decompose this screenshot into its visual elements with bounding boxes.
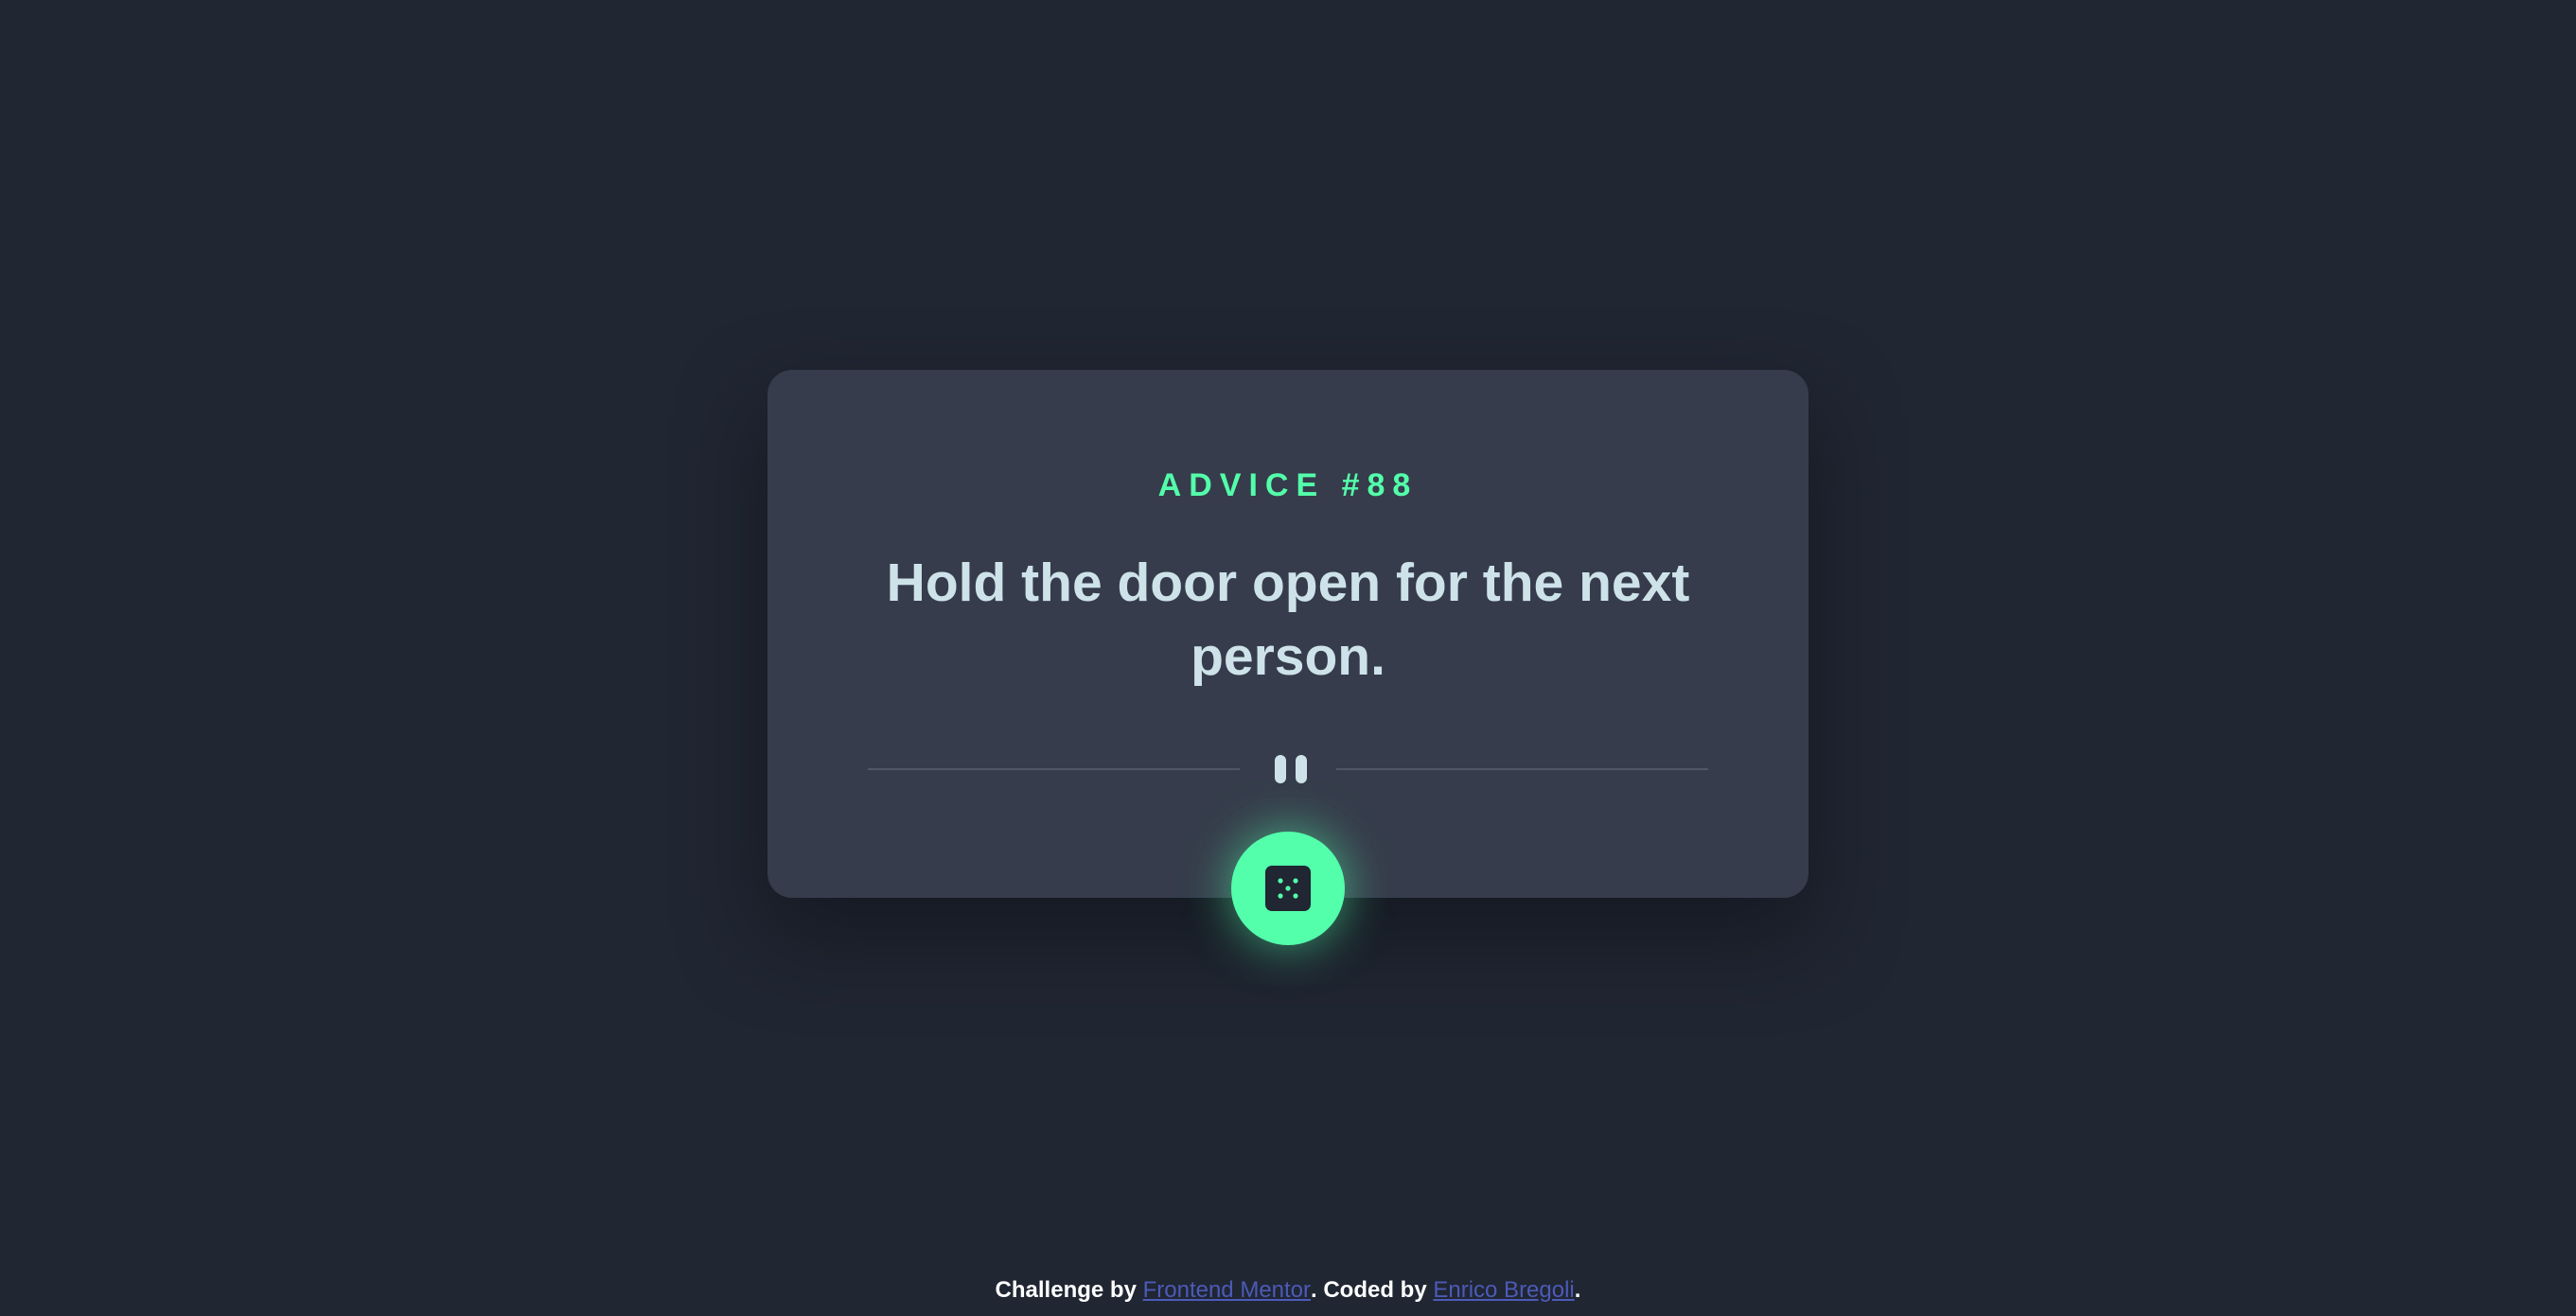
pause-icon: [1271, 755, 1309, 783]
footer-prefix: Challenge by: [995, 1277, 1143, 1303]
footer-attribution: Challenge by Frontend Mentor. Coded by E…: [0, 1277, 2576, 1304]
divider-line-left: [868, 768, 1240, 770]
advice-text: Hold the door open for the next person.: [886, 553, 1690, 687]
author-link[interactable]: Enrico Bregoli: [1433, 1277, 1574, 1303]
advice-id: ADVICE #88: [1157, 467, 1419, 503]
advice-card: ADVICE #88 Hold the door open for the ne…: [768, 370, 1808, 898]
divider-line-right: [1336, 768, 1708, 770]
footer-suffix: .: [1574, 1277, 1581, 1303]
generate-advice-button[interactable]: [1231, 832, 1345, 945]
frontend-mentor-link[interactable]: Frontend Mentor: [1143, 1277, 1311, 1303]
footer-middle: . Coded by: [1311, 1277, 1434, 1303]
divider: [868, 755, 1708, 783]
dice-icon: [1265, 866, 1311, 911]
